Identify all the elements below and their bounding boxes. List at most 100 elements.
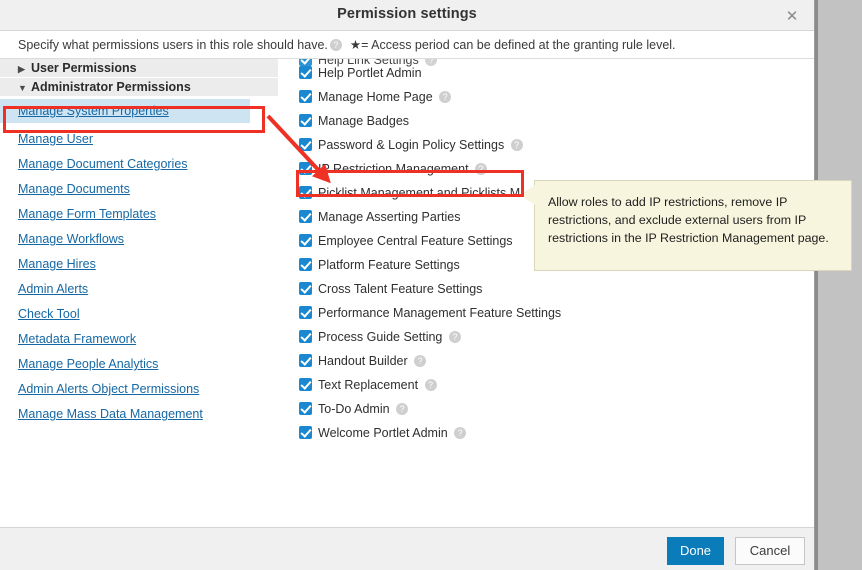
tooltip-tail	[520, 185, 535, 205]
help-icon[interactable]: ?	[414, 355, 427, 367]
help-icon[interactable]: ?	[448, 331, 461, 343]
permission-category-pane: ▶ User Permissions ▼ Administrator Permiss…	[0, 59, 289, 528]
dialog-titlebar: Permission settings ✕	[0, 0, 814, 31]
cancel-button[interactable]: Cancel	[735, 537, 805, 565]
sidebar-item-label[interactable]: Manage Document Categories	[18, 157, 188, 171]
instruction-label: Specify what permissions users in this r…	[18, 38, 328, 52]
permission-row-manage-badges[interactable]: Manage Badges	[289, 109, 800, 133]
checkbox[interactable]	[299, 90, 312, 103]
checkbox[interactable]	[299, 234, 312, 247]
help-icon[interactable]: ?	[424, 379, 437, 391]
checkbox[interactable]	[299, 282, 312, 295]
sidebar-item-label[interactable]: Manage People Analytics	[18, 357, 158, 371]
checkbox[interactable]	[299, 186, 312, 199]
sidebar-item-label[interactable]: Admin Alerts	[18, 282, 88, 296]
checkbox[interactable]	[299, 354, 312, 367]
permission-category-list: ▶ User Permissions ▼ Administrator Permiss…	[0, 59, 278, 426]
permission-row-handout-builder[interactable]: Handout Builder ?	[289, 349, 800, 373]
close-icon[interactable]: ✕	[782, 6, 802, 26]
permission-checkbox-pane: Help Link Settings ? Help Portlet Admin …	[289, 59, 814, 528]
done-button[interactable]: Done	[667, 537, 724, 565]
sidebar-group-administrator-permissions[interactable]: ▼ Administrator Permissions	[0, 78, 278, 96]
sidebar-item-metadata-framework[interactable]: Metadata Framework	[0, 327, 278, 351]
checkbox[interactable]	[299, 66, 312, 79]
page-scrollbar-track[interactable]	[818, 0, 862, 570]
help-icon[interactable]: ?	[475, 163, 487, 175]
sidebar-item-manage-people-analytics[interactable]: Manage People Analytics	[0, 352, 278, 376]
permission-row-performance-management-feature-settings[interactable]: Performance Management Feature Settings	[289, 301, 800, 325]
sidebar-item-manage-documents[interactable]: Manage Documents	[0, 177, 278, 201]
permission-label[interactable]: Help Portlet Admin	[318, 66, 422, 80]
checkbox[interactable]	[299, 210, 312, 223]
permission-row-to-do-admin[interactable]: To-Do Admin ?	[289, 397, 800, 421]
sidebar-item-manage-workflows[interactable]: Manage Workflows	[0, 227, 278, 251]
sidebar-item-admin-alerts-object-permissions[interactable]: Admin Alerts Object Permissions	[0, 377, 278, 401]
help-icon[interactable]: ?	[454, 427, 467, 439]
permission-label[interactable]: Manage Badges	[318, 114, 409, 128]
sidebar-item-manage-form-templates[interactable]: Manage Form Templates	[0, 202, 278, 226]
permission-label[interactable]: Text Replacement	[318, 378, 418, 392]
help-icon[interactable]: ?	[510, 139, 523, 151]
permission-label[interactable]: Cross Talent Feature Settings	[318, 282, 482, 296]
checkbox[interactable]	[299, 114, 312, 127]
sidebar-item-label[interactable]: Metadata Framework	[18, 332, 136, 346]
checkbox[interactable]	[299, 402, 312, 415]
sidebar-item-label[interactable]: Manage Mass Data Management	[18, 407, 203, 421]
help-icon[interactable]: ?	[329, 39, 342, 51]
permission-row-text-replacement[interactable]: Text Replacement ?	[289, 373, 800, 397]
sidebar-group-user-permissions[interactable]: ▶ User Permissions	[0, 59, 278, 77]
permission-label[interactable]: Password & Login Policy Settings	[318, 138, 504, 152]
permission-row-process-guide-setting[interactable]: Process Guide Setting ?	[289, 325, 800, 349]
sidebar-item-label[interactable]: Manage Hires	[18, 257, 96, 271]
checkbox[interactable]	[299, 330, 312, 343]
permission-row-password-login-policy-settings[interactable]: Password & Login Policy Settings ?	[289, 133, 800, 157]
permission-label[interactable]: Platform Feature Settings	[318, 258, 460, 272]
dialog-body: ▶ User Permissions ▼ Administrator Permiss…	[0, 58, 814, 528]
help-icon[interactable]: ?	[396, 403, 409, 415]
dialog-title: Permission settings	[337, 6, 477, 22]
sidebar-item-label[interactable]: Check Tool	[18, 307, 80, 321]
permission-label[interactable]: Picklist Management and Picklists M	[318, 186, 520, 200]
checkbox[interactable]	[299, 138, 312, 151]
permission-row-cross-talent-feature-settings[interactable]: Cross Talent Feature Settings	[289, 277, 800, 301]
permission-label[interactable]: Process Guide Setting	[318, 330, 442, 344]
tooltip-text: Allow roles to add IP restrictions, remo…	[548, 195, 829, 245]
sidebar-item-manage-system-properties[interactable]: Manage System Properties	[0, 99, 250, 123]
sidebar-item-label[interactable]: Manage Documents	[18, 182, 130, 196]
chevron-right-icon: ▶	[18, 64, 25, 74]
sidebar-item-label[interactable]: Manage Form Templates	[18, 207, 156, 221]
permission-row-help-portlet-admin[interactable]: Help Portlet Admin	[289, 61, 800, 85]
help-icon[interactable]: ?	[439, 91, 452, 103]
sidebar-group-label: Administrator Permissions	[31, 80, 191, 94]
chevron-down-icon: ▼	[18, 83, 27, 93]
permission-label[interactable]: To-Do Admin	[318, 402, 390, 416]
sidebar-item-manage-document-categories[interactable]: Manage Document Categories	[0, 152, 278, 176]
checkbox[interactable]	[299, 306, 312, 319]
sidebar-item-admin-alerts[interactable]: Admin Alerts	[0, 277, 278, 301]
permission-label[interactable]: Manage Asserting Parties	[318, 210, 460, 224]
permission-label[interactable]: Employee Central Feature Settings	[318, 234, 513, 248]
permission-label[interactable]: Performance Management Feature Settings	[318, 306, 561, 320]
sidebar-item-manage-hires[interactable]: Manage Hires	[0, 252, 278, 276]
permission-row-welcome-portlet-admin[interactable]: Welcome Portlet Admin ?	[289, 421, 800, 445]
permission-list-scrollbar-track[interactable]	[800, 59, 810, 528]
sidebar-item-label[interactable]: Admin Alerts Object Permissions	[18, 382, 199, 396]
sidebar-item-label[interactable]: Manage User	[18, 132, 93, 146]
permission-row-ip-restriction-management[interactable]: IP Restriction Management ?	[289, 157, 800, 181]
permission-row-manage-home-page[interactable]: Manage Home Page ?	[289, 85, 800, 109]
sidebar-item-label[interactable]: Manage System Properties	[18, 104, 169, 118]
checkbox[interactable]	[299, 378, 312, 391]
checkbox[interactable]	[299, 426, 312, 439]
sidebar-item-manage-user[interactable]: Manage User	[0, 127, 278, 151]
checkbox[interactable]	[299, 258, 312, 271]
sidebar-item-check-tool[interactable]: Check Tool	[0, 302, 278, 326]
permission-label[interactable]: Welcome Portlet Admin	[318, 426, 448, 440]
sidebar-item-manage-mass-data-management[interactable]: Manage Mass Data Management	[0, 402, 278, 426]
permission-label[interactable]: IP Restriction Management	[318, 162, 469, 176]
permission-label[interactable]: Handout Builder	[318, 354, 408, 368]
checkbox[interactable]	[299, 162, 312, 175]
sidebar-scrollbar-track[interactable]	[278, 59, 289, 528]
sidebar-item-label[interactable]: Manage Workflows	[18, 232, 124, 246]
instruction-bar: Specify what permissions users in this r…	[0, 32, 814, 58]
permission-label[interactable]: Manage Home Page	[318, 90, 433, 104]
